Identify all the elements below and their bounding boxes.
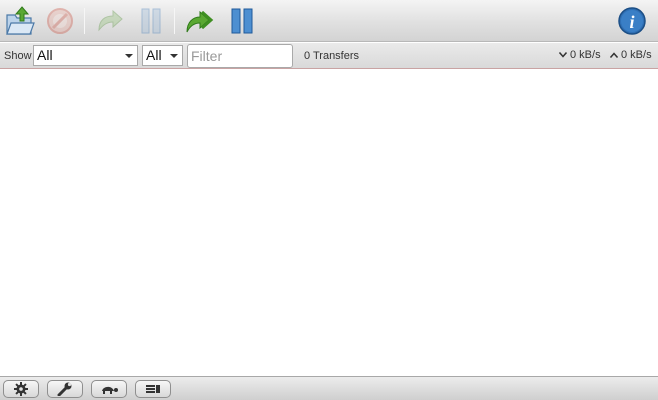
transfers-count: 0 Transfers [304, 50, 360, 62]
pause-button[interactable] [134, 4, 168, 38]
settings-gear-icon [14, 382, 28, 396]
chevron-down-icon [170, 54, 178, 58]
open-torrent-icon [6, 6, 35, 35]
download-speed: 0 kB/s [559, 49, 601, 61]
tracker-filter-select[interactable]: All [142, 45, 183, 66]
toolbar-separator [174, 8, 175, 34]
download-speed-value: 0 kB/s [570, 49, 601, 61]
start-button[interactable] [93, 4, 127, 38]
download-arrow-icon [559, 52, 567, 58]
remove-icon [47, 8, 73, 34]
upload-speed: 0 kB/s [610, 49, 652, 61]
compact-view-icon [146, 385, 160, 393]
torrent-list[interactable] [0, 70, 658, 376]
footer-bar [0, 376, 658, 400]
tracker-filter-value: All [146, 47, 162, 63]
start-all-icon [186, 10, 214, 33]
preferences-button[interactable] [47, 380, 83, 398]
turtle-mode-button[interactable] [91, 380, 127, 398]
pause-icon [141, 8, 161, 34]
show-label: Show [4, 50, 32, 62]
settings-button[interactable] [3, 380, 39, 398]
svg-text:i: i [629, 12, 634, 32]
preferences-wrench-icon [57, 382, 72, 396]
state-filter-select[interactable]: All [33, 45, 138, 66]
open-torrent-button[interactable] [3, 4, 37, 38]
toolbar: i [0, 0, 658, 42]
filter-input[interactable] [187, 44, 293, 68]
upload-speed-value: 0 kB/s [621, 49, 652, 61]
state-filter-value: All [37, 47, 53, 63]
start-all-button[interactable] [183, 4, 217, 38]
chevron-down-icon [125, 54, 133, 58]
turtle-speed-icon [102, 386, 118, 394]
compact-view-button[interactable] [135, 380, 171, 398]
start-icon [98, 9, 123, 32]
toolbar-separator [84, 8, 85, 34]
remove-button[interactable] [43, 4, 77, 38]
info-icon: i [618, 7, 646, 35]
inspector-button[interactable]: i [615, 4, 649, 38]
filter-bar: Show All All 0 Transfers 0 kB/s 0 kB/s [0, 43, 658, 69]
pause-all-button[interactable] [225, 4, 259, 38]
upload-arrow-icon [610, 52, 618, 58]
pause-all-icon [231, 8, 253, 34]
